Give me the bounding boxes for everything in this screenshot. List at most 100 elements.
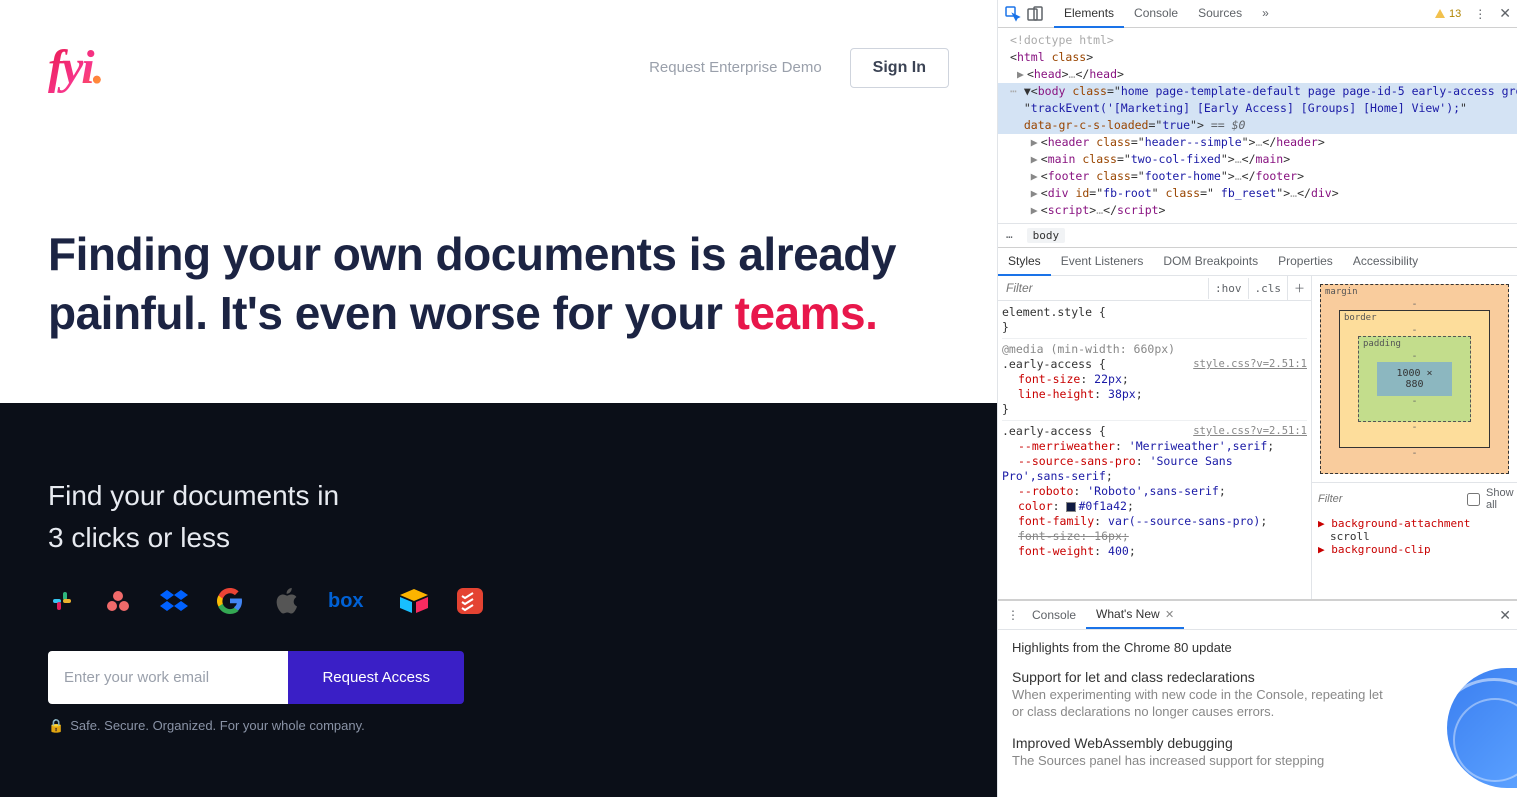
dom-doctype: <!doctype html> (1010, 33, 1114, 47)
drawer-tabs: ⋮ Console What's New ✕ ✕ (998, 601, 1517, 630)
box-model[interactable]: margin- border- padding- 1000 × 880 - - … (1320, 284, 1509, 474)
warning-count: 13 (1449, 8, 1461, 20)
tab-event-listeners[interactable]: Event Listeners (1051, 248, 1154, 275)
bm-dash3: - (1411, 351, 1417, 362)
drawer-menu-icon[interactable]: ⋮ (1004, 606, 1022, 624)
tab-accessibility[interactable]: Accessibility (1343, 248, 1428, 275)
inspect-icon[interactable] (1004, 5, 1022, 23)
r1p2: line-height (1002, 387, 1094, 401)
box-icon: box (328, 587, 372, 615)
hov-toggle[interactable]: :hov (1208, 278, 1248, 299)
bm-border-label: border (1344, 313, 1377, 323)
showall-checkbox[interactable] (1467, 493, 1480, 506)
main-class: two-col-fixed (1131, 152, 1221, 166)
lock-icon: 🔒 (48, 718, 64, 734)
breadcrumb-body[interactable]: body (1027, 228, 1066, 243)
tab-console[interactable]: Console (1124, 0, 1188, 28)
cls-toggle[interactable]: .cls (1248, 278, 1288, 299)
secure-text: Safe. Secure. Organized. For your whole … (70, 718, 365, 733)
element-style-sel: element.style { (1002, 305, 1106, 319)
r2p4: color (1002, 499, 1053, 513)
signin-button[interactable]: Sign In (850, 48, 949, 88)
r2v3: 'Roboto',sans-serif (1087, 484, 1219, 498)
media-query: @media (min-width: 660px) (1002, 342, 1307, 357)
r2p2: --source-sans-pro (1002, 454, 1136, 468)
request-enterprise-link[interactable]: Request Enterprise Demo (649, 59, 822, 76)
svg-text:box: box (328, 590, 364, 612)
drawer-item1-title[interactable]: Support for let and class redeclarations (1012, 669, 1503, 685)
computed-list[interactable]: ▶ background-attachment scroll ▶ backgro… (1312, 515, 1517, 558)
comp-v1: scroll (1318, 530, 1511, 543)
drawer-tab-console[interactable]: Console (1022, 602, 1086, 628)
css-rules[interactable]: element.style { } @media (min-width: 660… (998, 301, 1311, 599)
logo: fyi. (48, 40, 103, 95)
r2p7: font-weight (1002, 544, 1094, 558)
r2v1: 'Merriweather',serif (1129, 439, 1267, 453)
new-style-rule-icon[interactable]: ＋ (1287, 276, 1311, 300)
comp-p2: background-clip (1331, 543, 1430, 556)
devtools-drawer: ⋮ Console What's New ✕ ✕ Highlights from… (998, 600, 1517, 797)
drawer-item2-title[interactable]: Improved WebAssembly debugging (1012, 735, 1503, 751)
bm-margin-label: margin (1325, 287, 1358, 297)
drawer-tab-whatsnew[interactable]: What's New ✕ (1086, 601, 1184, 629)
slack-icon (48, 587, 76, 615)
styles-column: :hov .cls ＋ element.style { } @media (mi… (998, 276, 1311, 599)
body-onload-value: trackEvent('[Marketing] [Early Access] [… (1031, 101, 1460, 115)
tab-dom-breakpoints[interactable]: DOM Breakpoints (1153, 248, 1268, 275)
dom-eq0: == $0 (1204, 118, 1246, 132)
hero-heading: Finding your own documents is already pa… (48, 225, 949, 343)
asana-icon (104, 587, 132, 615)
todoist-icon (456, 587, 484, 615)
css-sel1: .early-access { (1002, 357, 1106, 371)
drawer-close-icon[interactable]: ✕ (1499, 607, 1511, 624)
body-gr-value: true (1162, 118, 1190, 132)
drawer-tab-close-icon[interactable]: ✕ (1165, 609, 1174, 621)
google-icon (216, 587, 244, 615)
bm-dash1: - (1411, 299, 1417, 310)
breadcrumb-ellipsis: … (1006, 228, 1013, 243)
css-src2[interactable]: style.css?v=2.51:1 (1193, 424, 1307, 439)
styles-filter-input[interactable] (998, 276, 1208, 300)
r2v7: 400 (1108, 544, 1129, 558)
devtools-close-icon[interactable]: ✕ (1499, 5, 1511, 22)
tab-properties[interactable]: Properties (1268, 248, 1343, 275)
toolbar-right: 13 ⋮ ✕ (1434, 5, 1511, 23)
styles-row: :hov .cls ＋ element.style { } @media (mi… (998, 276, 1517, 600)
r2p5: font-family (1002, 514, 1094, 528)
dom-breadcrumb[interactable]: … body (998, 223, 1517, 248)
css-src1[interactable]: style.css?v=2.51:1 (1193, 357, 1307, 372)
tab-sources[interactable]: Sources (1188, 0, 1252, 28)
bm-dash5: - (1411, 422, 1417, 433)
computed-filter-input[interactable] (1318, 493, 1461, 505)
tab-styles[interactable]: Styles (998, 248, 1051, 276)
drawer-item2-desc: The Sources panel has increased support … (1012, 753, 1392, 770)
site-header: fyi. Request Enterprise Demo Sign In (0, 0, 997, 115)
tab-elements[interactable]: Elements (1054, 0, 1124, 28)
r2v6: 16px (1094, 529, 1122, 543)
r2p3: --roboto (1002, 484, 1073, 498)
dom-tree[interactable]: <!doctype html> <html class> ▶<head>…</h… (998, 28, 1517, 223)
dark-section: Find your documents in 3 clicks or less … (0, 403, 997, 797)
kebab-menu-icon[interactable]: ⋮ (1471, 5, 1489, 23)
warnings-badge[interactable]: 13 (1434, 8, 1461, 20)
drawer-body: Highlights from the Chrome 80 update Sup… (998, 630, 1517, 797)
fb-id: fb-root (1103, 186, 1151, 200)
email-input[interactable] (48, 651, 288, 704)
r2p1: --merriweather (1002, 439, 1115, 453)
hero-accent: teams. (735, 287, 878, 339)
devtools-panel: Elements Console Sources » 13 ⋮ ✕ <!doct… (997, 0, 1517, 797)
bm-dash6: - (1411, 448, 1417, 459)
logo-text: fyi (48, 41, 93, 94)
subheading: Find your documents in 3 clicks or less (48, 475, 949, 559)
tab-more[interactable]: » (1252, 0, 1279, 28)
devtools-toolbar: Elements Console Sources » 13 ⋮ ✕ (998, 0, 1517, 28)
header-class: header--simple (1145, 135, 1242, 149)
request-access-button[interactable]: Request Access (288, 651, 464, 704)
email-signup-form: Request Access (48, 651, 464, 704)
device-toggle-icon[interactable] (1026, 5, 1044, 23)
r2v5: var(--source-sans-pro) (1108, 514, 1260, 528)
bm-padding-label: padding (1363, 339, 1401, 349)
computed-filterbar: Show all (1312, 482, 1517, 515)
airtable-icon (400, 587, 428, 615)
drawer-item1-desc: When experimenting with new code in the … (1012, 687, 1392, 721)
